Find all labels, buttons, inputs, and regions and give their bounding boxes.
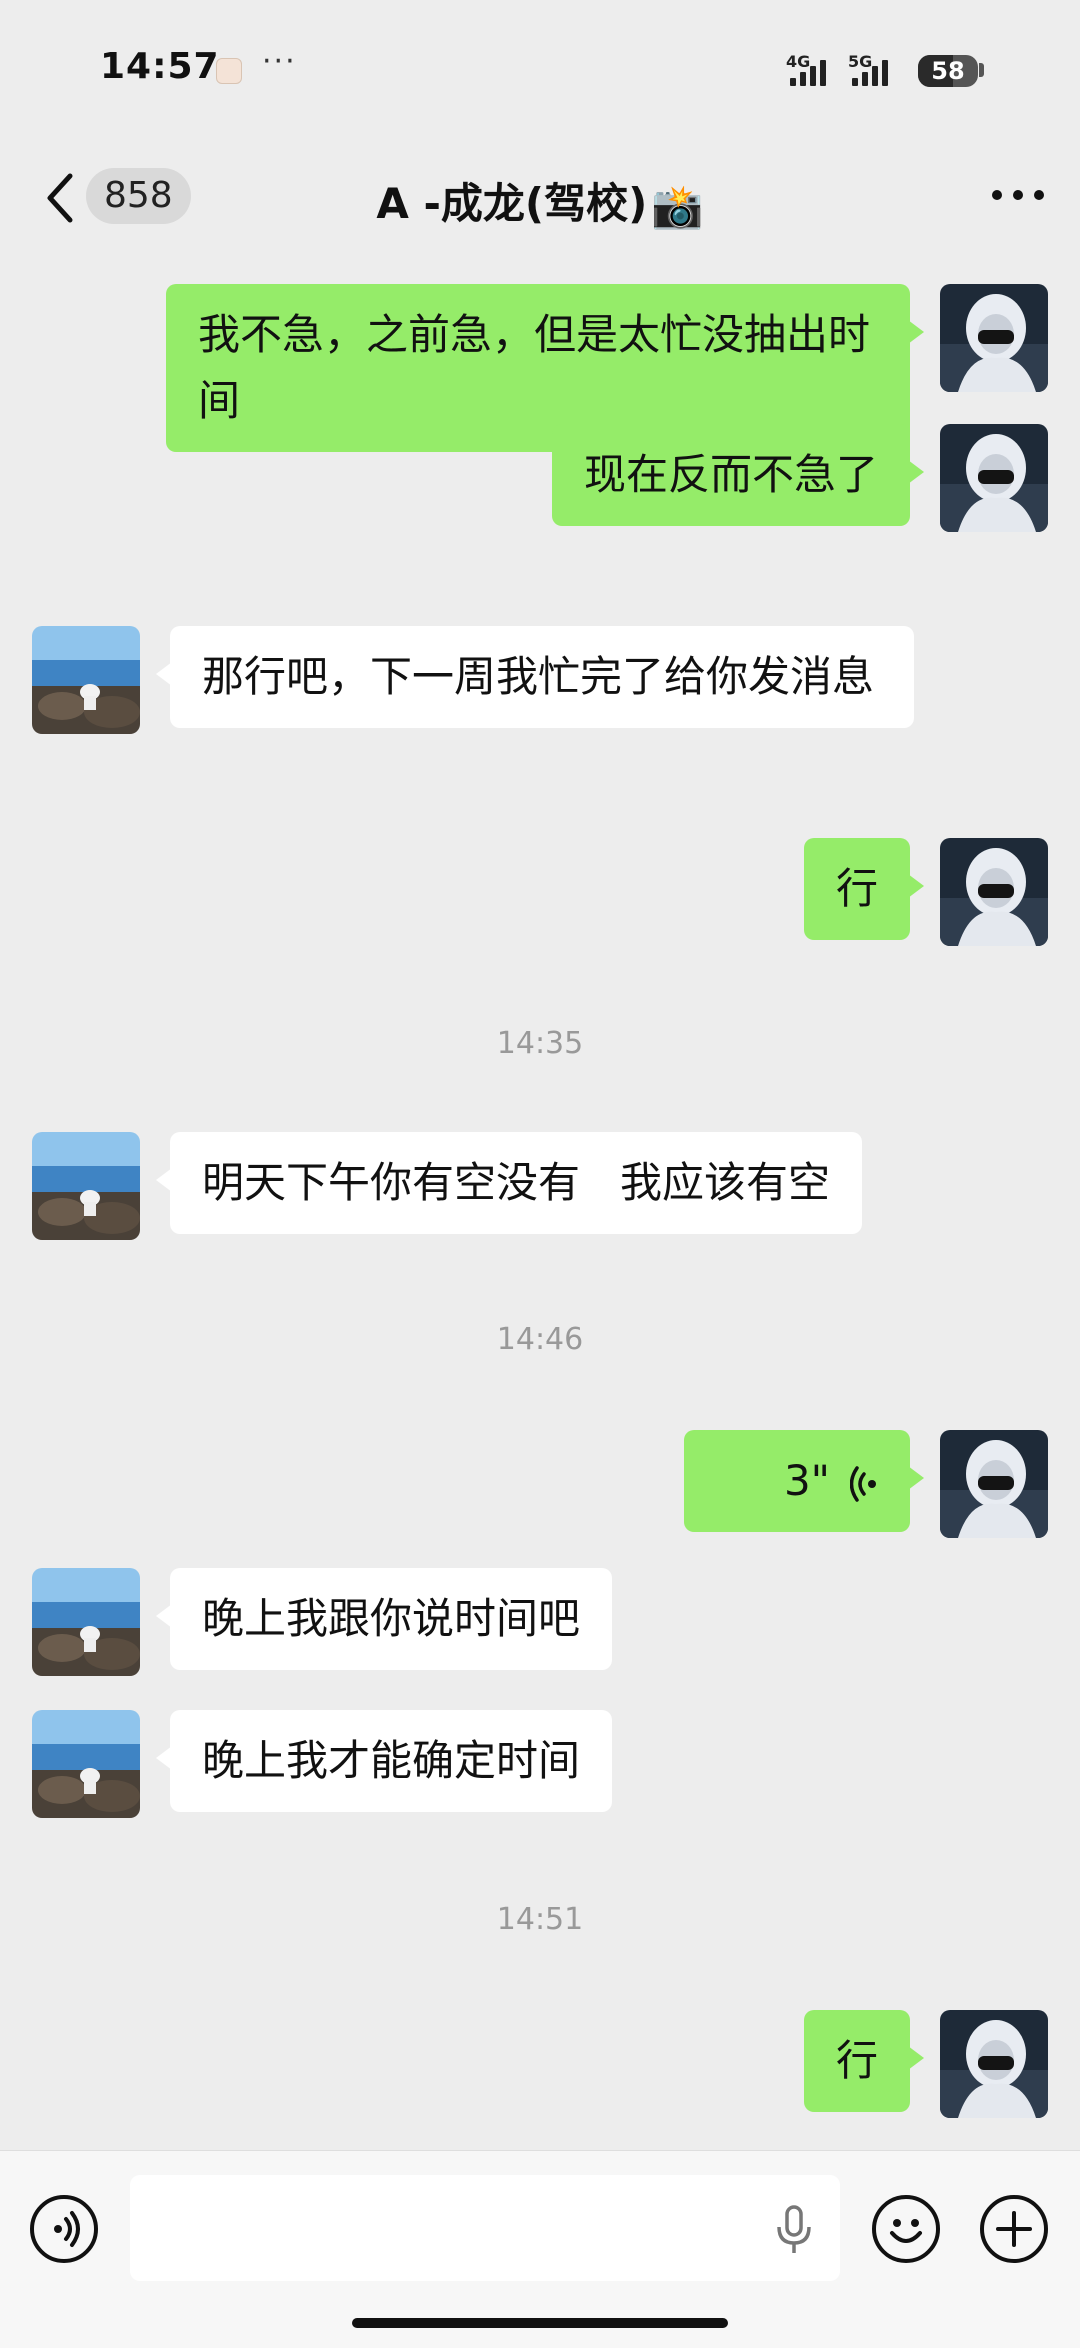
signal-icon-2 [852, 56, 904, 86]
voice-input-toggle-button[interactable] [30, 2195, 98, 2263]
message-bubble-received[interactable]: 明天下午你有空没有 我应该有空 [155, 1132, 863, 1234]
contact-avatar[interactable] [32, 1132, 140, 1240]
battery-level: 58 [931, 57, 965, 85]
camera-flash-emoji-icon: 📸 [651, 181, 704, 231]
status-time: 14:57 [100, 46, 220, 87]
message-row: 晚上我跟你说时间吧 [0, 1568, 1080, 1680]
emoji-button[interactable] [872, 2195, 940, 2263]
my-avatar[interactable] [940, 1430, 1048, 1538]
more-functions-button[interactable] [980, 2195, 1048, 2263]
timestamp: 14:35 [496, 1026, 584, 1061]
contact-avatar[interactable] [32, 1568, 140, 1676]
my-avatar[interactable] [940, 284, 1048, 392]
status-bar: 14:57 ··· 4G 5G 58 [0, 0, 1080, 140]
message-bubble-sent[interactable]: 现在反而不急了 [551, 424, 925, 526]
message-input[interactable] [130, 2175, 840, 2281]
message-row: 晚上我才能确定时间 [0, 1710, 1080, 1822]
message-bubble-received[interactable]: 晚上我才能确定时间 [155, 1710, 613, 1812]
message-bubble-sent[interactable]: 行 [803, 838, 925, 940]
message-row: 行 [0, 2008, 1080, 2120]
voice-wave-icon [849, 1465, 876, 1502]
mic-icon[interactable] [774, 2205, 814, 2255]
contact-avatar[interactable] [32, 626, 140, 734]
message-bubble-received[interactable]: 那行吧，下一周我忙完了给你发消息 [156, 626, 914, 728]
more-notifications-icon: ··· [262, 44, 297, 79]
message-row: 3" [0, 1428, 1080, 1540]
my-avatar[interactable] [940, 424, 1048, 532]
timestamp: 14:51 [496, 1902, 584, 1937]
more-options-icon[interactable] [992, 190, 1046, 202]
my-avatar[interactable] [940, 2010, 1048, 2118]
message-bubble-sent[interactable]: 行 [803, 2010, 925, 2112]
message-bubble-received[interactable]: 晚上我跟你说时间吧 [155, 1568, 613, 1670]
home-indicator[interactable] [352, 2318, 728, 2328]
message-list[interactable]: 我不急，之前急，但是太忙没抽出时间 现在反而不急了 那行吧，下一周我忙完了给你发… [0, 262, 1080, 2142]
emoji-icon [890, 2219, 922, 2243]
voice-icon [54, 2211, 80, 2247]
message-row: 明天下午你有空没有 我应该有空 [0, 1132, 1080, 1244]
chat-title: A -成龙(驾校)📸 [0, 170, 1080, 232]
signal-icon-1 [790, 56, 842, 86]
message-row: 我不急，之前急，但是太忙没抽出时间 [0, 276, 1080, 452]
message-row: 那行吧，下一周我忙完了给你发消息 [0, 626, 1080, 806]
battery-tip [979, 63, 984, 77]
chat-header: 858 A -成龙(驾校)📸 [0, 140, 1080, 260]
chat-title-text: A -成龙(驾校) [376, 179, 648, 228]
plus-icon [996, 2211, 1032, 2247]
contact-avatar[interactable] [32, 1710, 140, 1818]
my-avatar[interactable] [940, 838, 1048, 946]
timestamp: 14:46 [496, 1322, 584, 1357]
battery-icon: 58 [918, 55, 978, 87]
message-row: 行 [0, 836, 1080, 948]
voice-message-bubble[interactable]: 3" [684, 1430, 924, 1532]
notification-app-icon [216, 58, 242, 84]
voice-duration: 3" [783, 1456, 830, 1505]
message-row: 现在反而不急了 [0, 422, 1080, 534]
